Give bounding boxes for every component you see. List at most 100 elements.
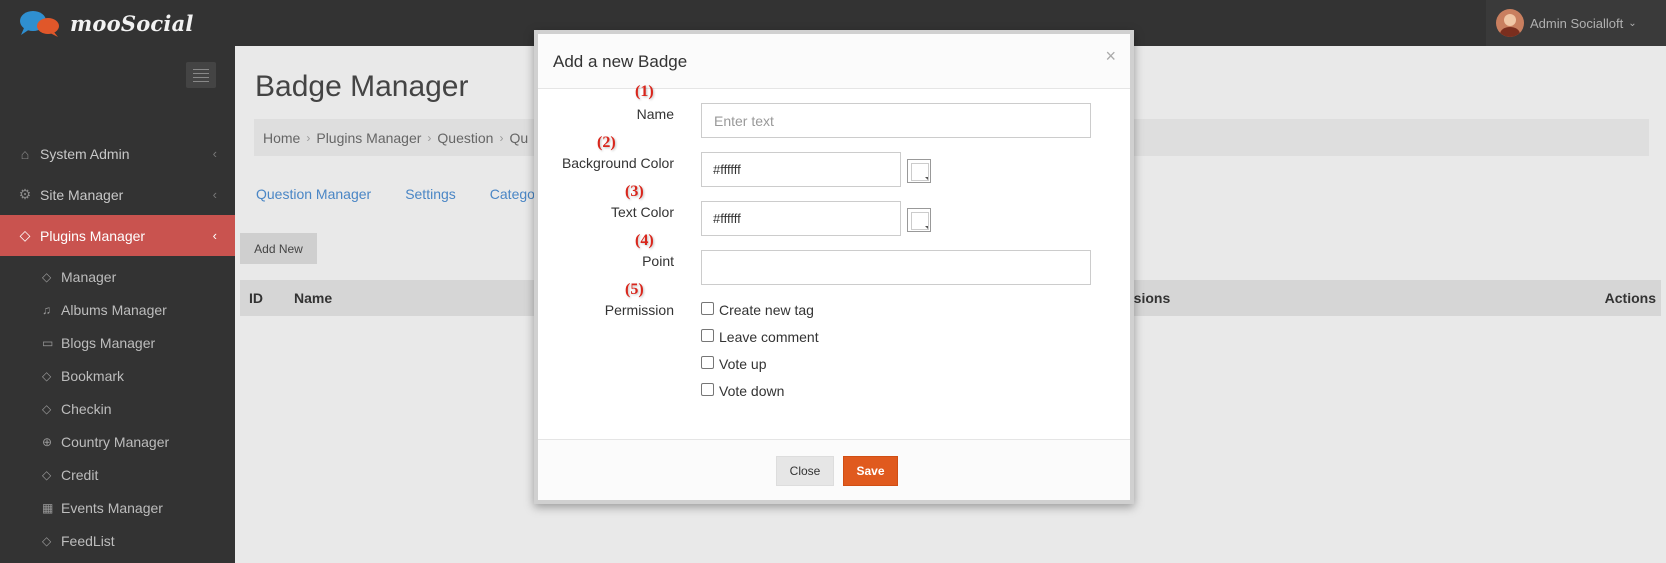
tag-icon: ◇ bbox=[42, 269, 52, 284]
album-icon: ♫ bbox=[42, 302, 51, 317]
dropdown-triangle-icon bbox=[925, 177, 928, 180]
sidebar-nav: ⌂ System Admin ‹ ⚙ Site Manager ‹ ◇ Plug… bbox=[0, 133, 235, 557]
checkbox[interactable] bbox=[701, 301, 714, 315]
checkbox-label: Vote up bbox=[719, 356, 767, 372]
checkbox-label: Vote down bbox=[719, 383, 785, 399]
sidebar-item-system-admin[interactable]: ⌂ System Admin ‹ bbox=[0, 133, 235, 174]
sidebar-subitem-label: Country Manager bbox=[61, 433, 170, 450]
checkbox-label: Leave comment bbox=[719, 329, 819, 345]
sidebar-item-plugins-manager[interactable]: ◇ Plugins Manager ‹ bbox=[0, 215, 235, 256]
column-header-actions: Actions bbox=[1604, 290, 1656, 306]
sidebar-subitem-credit[interactable]: ◇ Credit bbox=[0, 458, 235, 491]
checkbox-label: Create new tag bbox=[719, 302, 814, 318]
sidebar-subitem-label: Checkin bbox=[61, 400, 112, 417]
gears-icon: ⚙ bbox=[18, 186, 32, 202]
tag-icon: ◇ bbox=[42, 533, 52, 548]
home-icon: ⌂ bbox=[20, 145, 30, 162]
tag-icon: ◇ bbox=[42, 401, 52, 416]
name-input[interactable] bbox=[701, 103, 1091, 138]
step-marker-2: (2) bbox=[597, 134, 616, 151]
sidebar: ⌂ System Admin ‹ ⚙ Site Manager ‹ ◇ Plug… bbox=[0, 46, 235, 563]
step-marker-3: (3) bbox=[625, 183, 644, 200]
text-color-label: Text Color bbox=[610, 204, 674, 220]
sidebar-subitem-feedlist[interactable]: ◇ FeedList bbox=[0, 524, 235, 557]
sidebar-subitem-albums-manager[interactable]: ♫ Albums Manager bbox=[0, 293, 235, 326]
sidebar-subitem-label: Blogs Manager bbox=[61, 334, 156, 351]
plugins-submenu: ◇ Manager ♫ Albums Manager ▭ Blogs Manager … bbox=[0, 256, 235, 557]
permission-create-new-tag[interactable]: Create new tag bbox=[701, 301, 814, 318]
column-header-id[interactable]: ID bbox=[249, 290, 263, 306]
save-button[interactable]: Save bbox=[843, 456, 898, 486]
breadcrumb-question[interactable]: Question bbox=[437, 130, 493, 146]
modal-body: (1) Name (2) Background Color (3) Text C… bbox=[538, 83, 1130, 439]
tabs: Question Manager Settings Catego bbox=[256, 186, 535, 202]
permission-leave-comment[interactable]: Leave comment bbox=[701, 328, 819, 345]
chevron-left-icon: ‹ bbox=[212, 228, 217, 243]
step-marker-5: (5) bbox=[625, 281, 644, 298]
avatar bbox=[1496, 9, 1524, 37]
sidebar-subitem-label: Credit bbox=[61, 466, 99, 483]
sidebar-subitem-checkin[interactable]: ◇ Checkin bbox=[0, 392, 235, 425]
chevron-left-icon: ‹ bbox=[212, 146, 217, 161]
checkbox[interactable] bbox=[701, 382, 714, 396]
page-title: Badge Manager bbox=[255, 70, 469, 103]
tab-categories[interactable]: Catego bbox=[490, 186, 535, 202]
breadcrumb-separator-icon: › bbox=[499, 130, 504, 145]
menu-toggle-icon[interactable] bbox=[186, 62, 216, 88]
sidebar-item-label: Site Manager bbox=[40, 186, 124, 203]
sidebar-item-site-manager[interactable]: ⚙ Site Manager ‹ bbox=[0, 174, 235, 215]
sidebar-subitem-label: Bookmark bbox=[61, 367, 125, 384]
tab-settings[interactable]: Settings bbox=[405, 186, 456, 202]
background-color-input[interactable] bbox=[701, 152, 901, 187]
tag-icon: ◇ bbox=[42, 467, 52, 482]
breadcrumb-current: Qu bbox=[509, 129, 529, 146]
tag-icon: ◇ bbox=[42, 368, 52, 383]
chat-bubbles-icon bbox=[20, 11, 59, 37]
tag-icon: ◇ bbox=[19, 227, 31, 243]
background-color-label: Background Color bbox=[561, 155, 674, 171]
step-marker-1: (1) bbox=[635, 83, 654, 100]
step-marker-4: (4) bbox=[635, 232, 654, 249]
close-icon[interactable]: × bbox=[1105, 46, 1116, 67]
checkbox[interactable] bbox=[701, 328, 714, 342]
background-color-picker[interactable] bbox=[907, 159, 931, 183]
permission-label: Permission bbox=[604, 302, 674, 318]
sidebar-subitem-label: FeedList bbox=[61, 532, 115, 549]
sidebar-subitem-events-manager[interactable]: ▦ Events Manager bbox=[0, 491, 235, 524]
add-new-button[interactable]: Add New bbox=[240, 233, 317, 264]
permission-vote-up[interactable]: Vote up bbox=[701, 355, 767, 372]
checkbox[interactable] bbox=[701, 355, 714, 369]
user-name: Admin Socialloft bbox=[1530, 15, 1624, 31]
modal-footer: Close Save bbox=[538, 439, 1130, 500]
brand-logo[interactable]: mooSocial bbox=[18, 6, 194, 40]
chevron-left-icon: ‹ bbox=[212, 187, 217, 202]
column-header-name[interactable]: Name bbox=[294, 290, 332, 306]
sidebar-subitem-manager[interactable]: ◇ Manager bbox=[0, 260, 235, 293]
sidebar-item-label: Plugins Manager bbox=[40, 227, 146, 244]
sidebar-subitem-label: Events Manager bbox=[61, 499, 163, 516]
tab-question-manager[interactable]: Question Manager bbox=[256, 186, 371, 202]
text-color-picker[interactable] bbox=[907, 208, 931, 232]
breadcrumb-separator-icon: › bbox=[427, 130, 432, 145]
user-menu[interactable]: Admin Socialloft ⌄ bbox=[1486, 0, 1666, 46]
comment-icon: ▭ bbox=[42, 335, 54, 350]
sidebar-subitem-label: Albums Manager bbox=[61, 301, 167, 318]
name-label: Name bbox=[636, 106, 674, 122]
sidebar-subitem-country-manager[interactable]: ⊕ Country Manager bbox=[0, 425, 235, 458]
breadcrumb-home[interactable]: Home bbox=[263, 130, 300, 146]
close-button[interactable]: Close bbox=[776, 456, 834, 486]
breadcrumb-separator-icon: › bbox=[306, 130, 311, 145]
sidebar-subitem-bookmark[interactable]: ◇ Bookmark bbox=[0, 359, 235, 392]
dropdown-triangle-icon bbox=[925, 226, 928, 229]
text-color-input[interactable] bbox=[701, 201, 901, 236]
sidebar-item-label: System Admin bbox=[40, 145, 130, 162]
sidebar-subitem-label: Manager bbox=[61, 268, 117, 285]
sidebar-subitem-blogs-manager[interactable]: ▭ Blogs Manager bbox=[0, 326, 235, 359]
point-input[interactable] bbox=[701, 250, 1091, 285]
globe-icon: ⊕ bbox=[42, 434, 53, 449]
add-badge-modal: Add a new Badge × (1) Name (2) Backgroun… bbox=[534, 30, 1134, 504]
brand-name: mooSocial bbox=[70, 10, 194, 36]
breadcrumb-plugins-manager[interactable]: Plugins Manager bbox=[316, 130, 421, 146]
calendar-icon: ▦ bbox=[42, 500, 54, 515]
permission-vote-down[interactable]: Vote down bbox=[701, 382, 785, 399]
